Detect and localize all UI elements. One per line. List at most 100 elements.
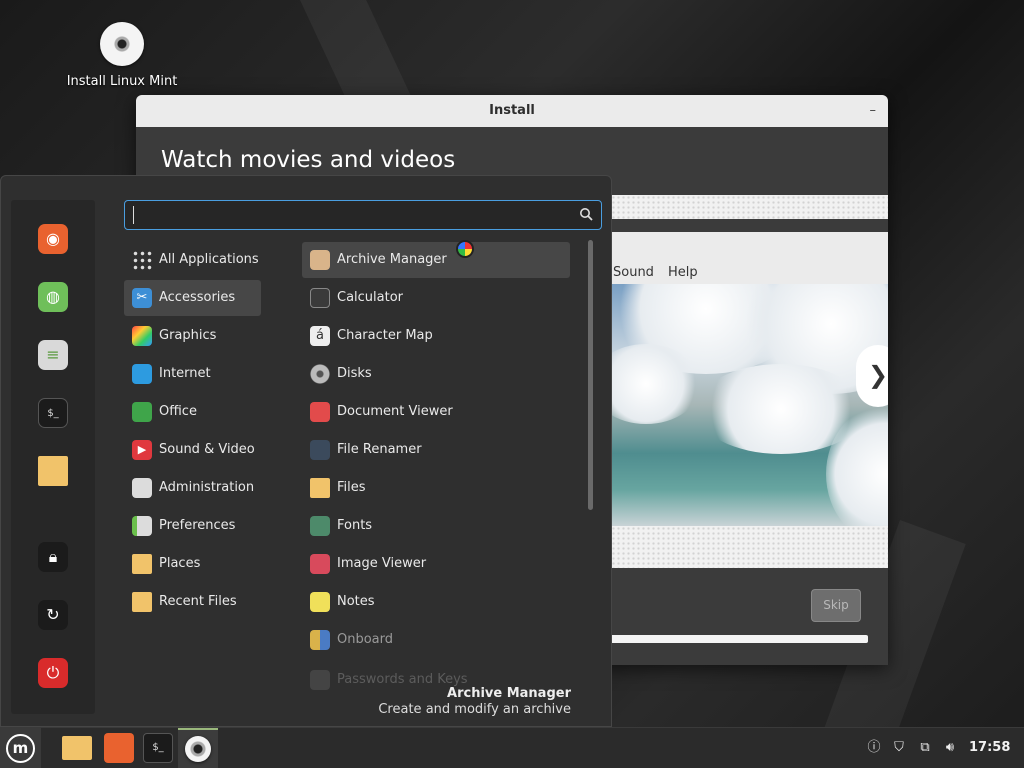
app-onboard[interactable]: Onboard [302, 622, 570, 658]
app-label: Document Viewer [337, 404, 453, 419]
play-icon: ▶ [132, 440, 152, 460]
application-menu: ◉ ◍ ≡ $_ 🔒︎ ↻ ⏻ All Applications ✂ Acces… [0, 175, 612, 727]
category-all-applications[interactable]: All Applications [124, 242, 261, 278]
recent-folder-icon [132, 592, 152, 612]
keyboard-icon [310, 630, 330, 650]
scissors-icon: ✂ [132, 288, 152, 308]
app-label: Character Map [337, 328, 433, 343]
desktop-icon-label: Install Linux Mint [66, 74, 178, 89]
window-title: Install [489, 103, 535, 118]
search-input[interactable] [133, 206, 563, 224]
update-manager-icon[interactable]: ⓘ [866, 740, 882, 756]
app-character-map[interactable]: á Character Map [302, 318, 570, 354]
install-disc-icon [185, 736, 211, 762]
favorites-sidebar: ◉ ◍ ≡ $_ 🔒︎ ↻ ⏻ [11, 200, 95, 714]
app-label: Calculator [337, 290, 404, 305]
minimize-button[interactable]: – [870, 95, 877, 127]
calculator-icon [310, 288, 330, 308]
desktop-icon-install-linux-mint[interactable]: Install Linux Mint [62, 22, 182, 89]
preferences-icon [132, 516, 152, 536]
image-viewer-icon [310, 554, 330, 574]
next-slide-button[interactable]: ❯ [856, 345, 888, 407]
search-box[interactable] [124, 200, 602, 230]
app-files[interactable]: Files [302, 470, 570, 506]
search-icon [580, 208, 593, 221]
category-label: Accessories [159, 290, 236, 305]
firefox-icon[interactable] [104, 733, 134, 763]
mint-logo-icon: m [6, 734, 35, 763]
volume-icon[interactable]: 🔊︎ [942, 740, 958, 756]
app-notes[interactable]: Notes [302, 584, 570, 620]
cloud-icon [132, 364, 152, 384]
menu-button[interactable]: m [0, 728, 41, 768]
notes-icon [310, 592, 330, 612]
app-label: Passwords and Keys [337, 672, 468, 687]
slideshow-heading: Watch movies and videos [161, 147, 456, 173]
logout-icon[interactable]: ↻ [38, 600, 68, 630]
category-internet[interactable]: Internet [124, 356, 261, 392]
category-label: Preferences [159, 518, 236, 533]
firefox-icon[interactable]: ◉ [38, 224, 68, 254]
administration-icon [132, 478, 152, 498]
category-accessories[interactable]: ✂ Accessories [124, 280, 261, 316]
terminal-icon[interactable]: $_ [143, 733, 173, 763]
web-apps-icon[interactable]: ◍ [38, 282, 68, 312]
folder-icon[interactable] [38, 456, 68, 486]
files-icon[interactable] [62, 736, 92, 760]
file-renamer-icon [310, 440, 330, 460]
busy-cursor [456, 240, 474, 258]
menu-help[interactable]: Help [668, 265, 698, 280]
app-disks[interactable]: Disks [302, 356, 570, 392]
install-progress-bar [606, 635, 868, 643]
category-administration[interactable]: Administration [124, 470, 261, 506]
app-label: Files [337, 480, 366, 495]
folder-icon [132, 554, 152, 574]
app-list-scrollbar[interactable] [588, 240, 593, 510]
network-icon[interactable]: ⧉ [917, 740, 933, 756]
terminal-icon[interactable]: $_ [38, 398, 68, 428]
category-sound-video[interactable]: ▶ Sound & Video [124, 432, 261, 468]
settings-icon[interactable]: ≡ [38, 340, 68, 370]
taskbar-panel: m $_ ⓘ ⛉ ⧉ 🔊︎ 17:58 [0, 727, 1024, 768]
app-document-viewer[interactable]: Document Viewer [302, 394, 570, 430]
lock-icon[interactable]: 🔒︎ [38, 542, 68, 572]
install-titlebar[interactable]: Install – [136, 95, 888, 127]
category-graphics[interactable]: Graphics [124, 318, 261, 354]
app-label: Archive Manager [337, 252, 447, 267]
menu-sound[interactable]: Sound [613, 265, 654, 280]
character-map-icon: á [310, 326, 330, 346]
category-label: All Applications [159, 252, 259, 267]
disc-icon [100, 22, 144, 66]
app-label: Image Viewer [337, 556, 427, 571]
category-preferences[interactable]: Preferences [124, 508, 261, 544]
app-archive-manager[interactable]: Archive Manager [302, 242, 570, 278]
category-label: Graphics [159, 328, 217, 343]
fonts-icon [310, 516, 330, 536]
clock[interactable]: 17:58 [969, 740, 1010, 755]
category-places[interactable]: Places [124, 546, 261, 582]
document-viewer-icon [310, 402, 330, 422]
app-calculator[interactable]: Calculator [302, 280, 570, 316]
app-label: Fonts [337, 518, 373, 533]
install-window-button[interactable] [178, 728, 218, 768]
app-label: Disks [337, 366, 372, 381]
app-label: Notes [337, 594, 375, 609]
category-recent-files[interactable]: Recent Files [124, 584, 261, 620]
app-description-title: Archive Manager [447, 686, 571, 701]
shield-icon[interactable]: ⛉ [891, 740, 907, 756]
graphics-icon [132, 326, 152, 346]
category-office[interactable]: Office [124, 394, 261, 430]
skip-button[interactable]: Skip [811, 589, 861, 622]
folder-icon [310, 478, 330, 498]
archive-icon [310, 250, 330, 270]
category-label: Administration [159, 480, 255, 495]
app-label: File Renamer [337, 442, 422, 457]
power-icon[interactable]: ⏻ [38, 658, 68, 688]
disks-icon [310, 364, 330, 384]
app-image-viewer[interactable]: Image Viewer [302, 546, 570, 582]
category-label: Sound & Video [159, 442, 255, 457]
keys-icon [310, 670, 330, 690]
app-label: Onboard [337, 632, 394, 647]
app-fonts[interactable]: Fonts [302, 508, 570, 544]
app-file-renamer[interactable]: File Renamer [302, 432, 570, 468]
